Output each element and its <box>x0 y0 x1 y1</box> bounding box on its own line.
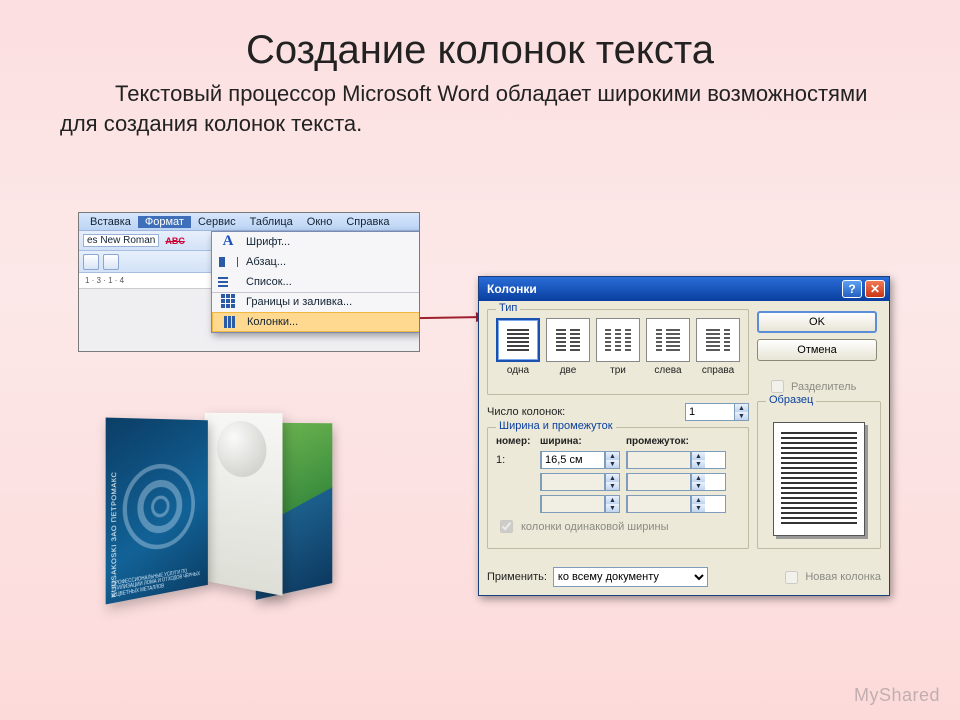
dd-list[interactable]: Список... <box>212 272 420 292</box>
type-three-label: три <box>596 365 640 376</box>
new-column-label: Новая колонка <box>805 571 881 583</box>
dd-columns[interactable]: Колонки... <box>212 312 420 332</box>
paragraph-icon <box>218 254 238 270</box>
num-columns-input[interactable] <box>686 404 734 420</box>
dialog-title-text: Колонки <box>487 282 537 296</box>
row1-gap-input <box>627 451 691 469</box>
type-left-label: слева <box>646 365 690 376</box>
group-width-label: Ширина и промежуток <box>496 420 616 432</box>
menu-service[interactable]: Сервис <box>191 216 243 228</box>
dd-font-label: Шрифт... <box>246 236 290 248</box>
new-column-checkbox <box>785 571 798 584</box>
format-dropdown: A Шрифт... Абзац... Список... Границы и … <box>211 231 420 333</box>
brochure-panel-left: KUUSAKOSKI ЗАО ПЕТРОМАКС ПРОФЕССИОНАЛЬНЫ… <box>106 418 208 605</box>
row3-width-input <box>541 495 605 513</box>
preview-page <box>773 422 865 536</box>
type-left[interactable]: слева <box>646 318 690 376</box>
brochure-panel-middle <box>205 413 283 596</box>
type-right-label: справа <box>696 365 740 376</box>
brochure-illustration: KUUSAKOSKI ЗАО ПЕТРОМАКС ПРОФЕССИОНАЛЬНЫ… <box>100 405 360 615</box>
type-three[interactable]: три <box>596 318 640 376</box>
dd-borders-label: Границы и заливка... <box>246 296 352 308</box>
font-selector[interactable]: es New Roman <box>83 234 159 247</box>
row1-gap-spinner[interactable]: ▲▼ <box>626 451 726 469</box>
divider-checkbox <box>771 380 784 393</box>
equal-width-label: колонки одинаковой ширины <box>521 521 669 533</box>
font-icon: A <box>218 234 238 250</box>
equal-width-checkbox <box>500 520 513 533</box>
apply-label: Применить: <box>487 571 547 583</box>
group-type-label: Тип <box>496 302 520 314</box>
menu-insert[interactable]: Вставка <box>83 216 138 228</box>
list-icon <box>218 274 238 290</box>
cancel-button[interactable]: Отмена <box>757 339 877 361</box>
hdr-number: номер: <box>496 436 534 447</box>
row1-width-spinner[interactable]: ▲▼ <box>540 451 620 469</box>
dd-paragraph-label: Абзац... <box>246 256 286 268</box>
group-width: Ширина и промежуток номер: ширина: проме… <box>487 427 749 549</box>
preview-icon[interactable] <box>103 254 119 270</box>
dd-columns-label: Колонки... <box>247 316 298 328</box>
help-button[interactable]: ? <box>842 280 862 298</box>
row2-gap-input <box>627 473 691 491</box>
print-icon[interactable] <box>83 254 99 270</box>
row2-width-input <box>541 473 605 491</box>
columns-dialog: Колонки ? ✕ Тип одна две три слева <box>478 276 890 596</box>
row1-number: 1: <box>496 454 534 466</box>
type-one-label: одна <box>496 365 540 376</box>
columns-icon <box>219 314 239 330</box>
menu-table[interactable]: Таблица <box>243 216 300 228</box>
menubar: Вставка Формат Сервис Таблица Окно Справ… <box>79 213 419 231</box>
menu-format[interactable]: Формат <box>138 216 191 228</box>
type-two-label: две <box>546 365 590 376</box>
row1-width-input[interactable] <box>541 451 605 469</box>
dd-borders[interactable]: Границы и заливка... <box>212 292 420 312</box>
menu-window[interactable]: Окно <box>300 216 340 228</box>
group-preview: Образец <box>757 401 881 549</box>
group-type: Тип одна две три слева справа <box>487 309 749 395</box>
dialog-titlebar: Колонки ? ✕ <box>479 277 889 301</box>
ok-button[interactable]: OK <box>757 311 877 333</box>
close-button[interactable]: ✕ <box>865 280 885 298</box>
word-menu-screenshot: Вставка Формат Сервис Таблица Окно Справ… <box>78 212 420 352</box>
slide-title: Создание колонок текста <box>0 0 960 79</box>
type-right[interactable]: справа <box>696 318 740 376</box>
menu-help[interactable]: Справка <box>339 216 396 228</box>
apply-select[interactable]: ко всему документу <box>553 567 708 587</box>
spin-down-icon[interactable]: ▼ <box>734 412 748 420</box>
dd-font[interactable]: A Шрифт... <box>212 232 420 252</box>
abc-icon[interactable]: ABC <box>165 236 185 246</box>
row3-gap-input <box>627 495 691 513</box>
preview-box <box>766 414 872 544</box>
dd-paragraph[interactable]: Абзац... <box>212 252 420 272</box>
hdr-gap: промежуток: <box>626 436 726 447</box>
watermark: MyShared <box>854 685 940 706</box>
group-preview-label: Образец <box>766 394 816 406</box>
slide-body: Текстовый процессор Microsoft Word облад… <box>0 79 960 138</box>
type-one[interactable]: одна <box>496 318 540 376</box>
divider-label: Разделитель <box>791 381 856 393</box>
type-two[interactable]: две <box>546 318 590 376</box>
borders-icon <box>218 294 238 310</box>
spin-up-icon[interactable]: ▲ <box>734 404 748 412</box>
dd-list-label: Список... <box>246 276 292 288</box>
num-columns-label: Число колонок: <box>487 406 565 418</box>
hdr-width: ширина: <box>540 436 620 447</box>
num-columns-spinner[interactable]: ▲▼ <box>685 403 749 421</box>
